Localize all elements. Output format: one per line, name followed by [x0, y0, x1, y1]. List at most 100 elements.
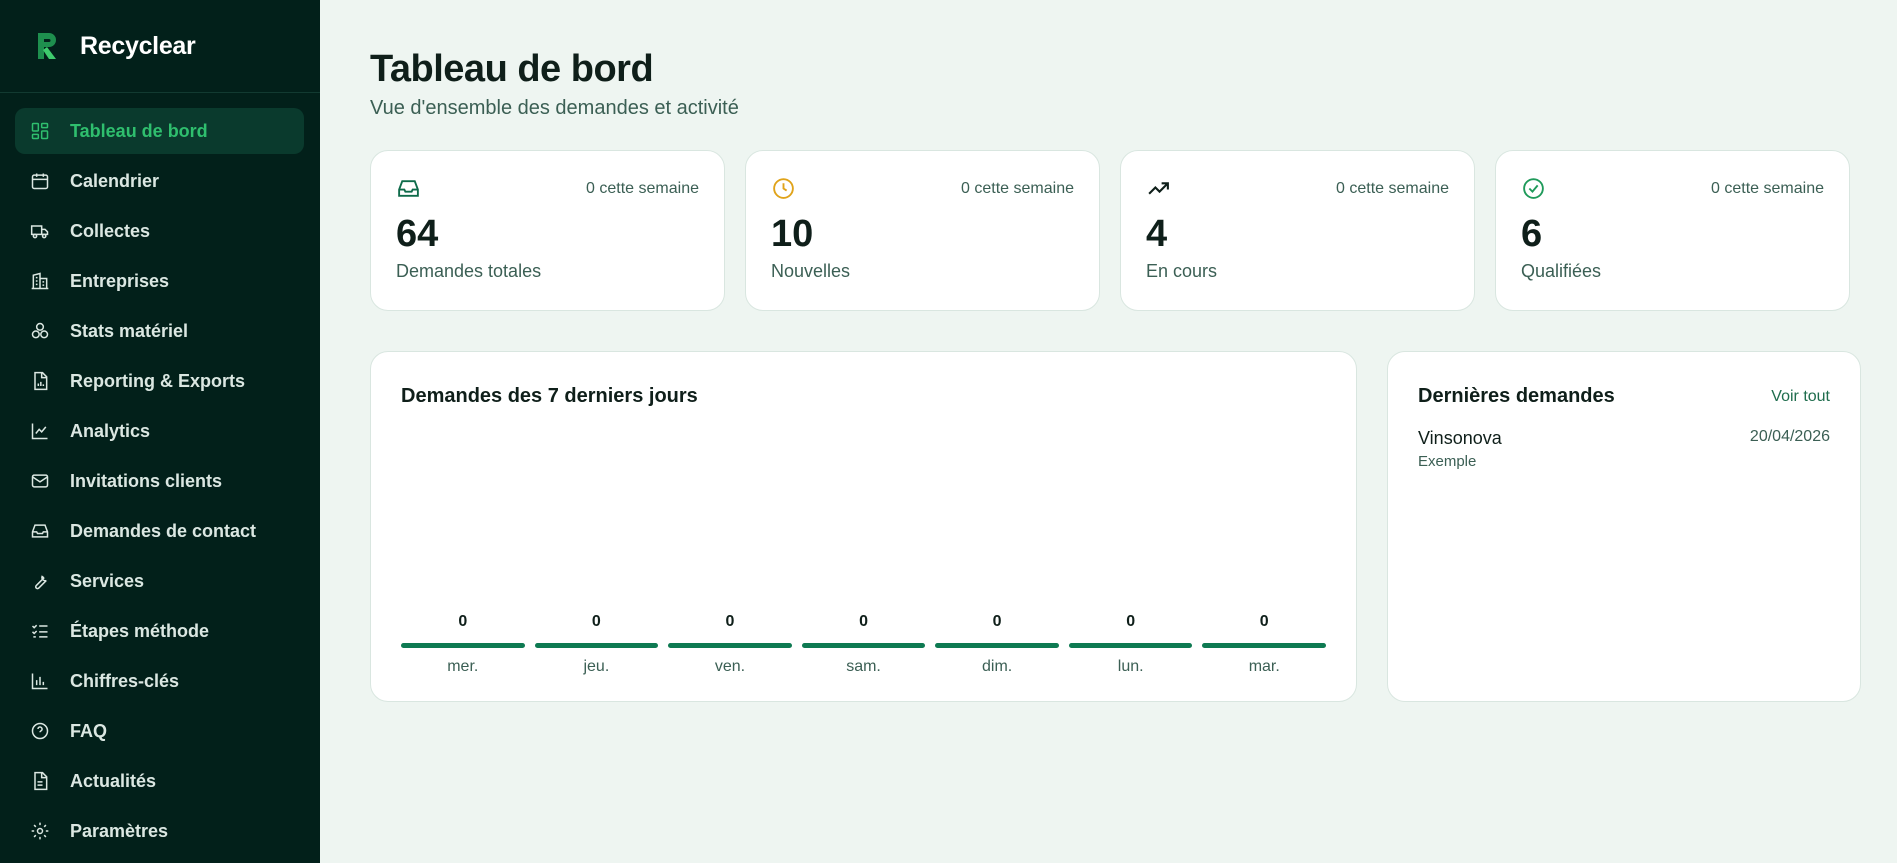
inbox-icon	[30, 521, 50, 541]
stat-value: 10	[771, 213, 814, 255]
calendar-icon	[30, 171, 50, 191]
sidebar-item-material-stats[interactable]: Stats matériel	[15, 308, 304, 354]
sidebar-item-contact-requests[interactable]: Demandes de contact	[15, 508, 304, 554]
brand-name: Recyclear	[80, 31, 196, 60]
sidebar-item-label: Reporting & Exports	[70, 370, 246, 391]
clock-icon	[771, 176, 796, 201]
sidebar-item-label: Entreprises	[70, 270, 170, 291]
inbox-icon	[396, 176, 421, 201]
bar-data-label: 0	[591, 613, 601, 630]
bar-column: 0 ven.	[668, 613, 792, 676]
sidebar-item-key-figures[interactable]: Chiffres-clés	[15, 658, 304, 704]
bar	[534, 643, 659, 648]
stat-label: Nouvelles	[771, 261, 851, 281]
stat-value: 4	[1146, 213, 1168, 255]
x-tick-label: sam.	[846, 658, 881, 675]
bar-data-label: 0	[992, 613, 1002, 630]
dashboard-icon	[30, 121, 50, 141]
stat-week-count: 0 cette semaine	[1711, 179, 1824, 197]
request-name: Vinsonova	[1418, 428, 1502, 448]
chart-title: Demandes des 7 derniers jours	[401, 385, 698, 407]
see-all-link[interactable]: Voir tout	[1771, 388, 1830, 406]
building-icon	[30, 271, 50, 291]
bar	[801, 643, 926, 648]
lower-section: Demandes des 7 derniers jours 0 mer. 0 jeu.…	[370, 351, 1861, 702]
list-item[interactable]: Vinsonova Exemple 20/04/2026	[1418, 428, 1830, 470]
sidebar: Recyclear Tableau de bord Calendrier Col…	[0, 0, 320, 863]
stat-label: Demandes totales	[396, 261, 542, 281]
sidebar-item-label: Services	[70, 570, 145, 591]
bar	[1202, 643, 1327, 648]
line-chart-icon	[30, 421, 50, 441]
sidebar-item-dashboard[interactable]: Tableau de bord	[15, 108, 304, 154]
bar	[1068, 643, 1193, 648]
stat-week-count: 0 cette semaine	[586, 179, 699, 197]
sidebar-item-label: Étapes méthode	[70, 620, 210, 641]
bar-column: 0 lun.	[1068, 613, 1193, 676]
check-circle-icon	[1521, 176, 1546, 201]
stat-week-count: 0 cette semaine	[961, 179, 1074, 197]
bar-column: 0 sam.	[801, 613, 926, 676]
request-date: 20/04/2026	[1749, 428, 1830, 445]
stat-label: Qualifiées	[1521, 261, 1602, 281]
sidebar-item-reporting[interactable]: Reporting & Exports	[15, 358, 304, 404]
sidebar-item-collections[interactable]: Collectes	[15, 208, 304, 254]
bar-chart: 0 mer. 0 jeu. 0 ven. 0 sam. 0 dim. 0 lun. 0 mar.	[401, 613, 1327, 676]
sidebar-item-faq[interactable]: FAQ	[15, 708, 304, 754]
stat-value: 64	[396, 213, 439, 255]
trending-up-icon	[1146, 176, 1171, 201]
bar	[935, 643, 1059, 648]
sidebar-item-news[interactable]: Actualités	[15, 758, 304, 804]
bar-column: 0 mer.	[401, 613, 525, 676]
recycle-icon	[30, 321, 50, 341]
bar-data-label: 0	[1126, 613, 1136, 630]
x-tick-label: ven.	[714, 658, 746, 675]
bar-data-label: 0	[725, 613, 735, 630]
file-chart-icon	[30, 371, 50, 391]
x-tick-label: mar.	[1248, 658, 1280, 675]
bar-data-label: 0	[458, 613, 468, 630]
help-circle-icon	[30, 721, 50, 741]
x-tick-label: dim.	[981, 658, 1013, 675]
bar-chart-icon	[30, 671, 50, 691]
recent-title: Dernières demandes	[1418, 385, 1615, 407]
sidebar-item-label: Stats matériel	[70, 320, 189, 341]
stat-card-total: 0 cette semaine 64 Demandes totales	[370, 150, 725, 311]
stat-value: 6	[1521, 213, 1543, 255]
stats-row: 0 cette semaine 64 Demandes totales 0 ce…	[370, 150, 1861, 311]
sidebar-item-label: Analytics	[70, 420, 151, 441]
bar-data-label: 0	[859, 613, 868, 630]
sidebar-item-client-invitations[interactable]: Invitations clients	[15, 458, 304, 504]
x-tick-label: mer.	[447, 658, 479, 675]
stat-label: En cours	[1146, 261, 1218, 281]
document-icon	[30, 771, 50, 791]
stat-card-in-progress: 0 cette semaine 4 En cours	[1120, 150, 1475, 311]
truck-icon	[30, 221, 50, 241]
bar	[401, 643, 525, 648]
main-content: Tableau de bord Vue d'ensemble des deman…	[320, 0, 1897, 863]
bar-column: 0 dim.	[935, 613, 1059, 676]
brand[interactable]: Recyclear	[0, 0, 320, 93]
sidebar-item-analytics[interactable]: Analytics	[15, 408, 304, 454]
bar	[668, 643, 792, 648]
stat-week-count: 0 cette semaine	[1336, 179, 1449, 197]
page-subtitle: Vue d'ensemble des demandes et activité	[370, 97, 739, 119]
sidebar-item-label: Actualités	[70, 770, 157, 791]
sidebar-item-label: Paramètres	[70, 820, 169, 841]
sidebar-item-method-steps[interactable]: Étapes méthode	[15, 608, 304, 654]
sidebar-item-label: Demandes de contact	[70, 520, 257, 541]
sidebar-item-label: Chiffres-clés	[70, 670, 180, 691]
bar-data-label: 0	[1259, 613, 1269, 630]
mail-icon	[30, 471, 50, 491]
sidebar-item-label: Invitations clients	[70, 470, 223, 491]
sidebar-item-calendar[interactable]: Calendrier	[15, 158, 304, 204]
sidebar-item-label: Collectes	[70, 220, 151, 241]
sidebar-item-services[interactable]: Services	[15, 558, 304, 604]
sidebar-item-settings[interactable]: Paramètres	[15, 808, 304, 854]
x-tick-label: lun.	[1117, 658, 1144, 675]
stat-card-qualified: 0 cette semaine 6 Qualifiées	[1495, 150, 1850, 311]
stat-card-new: 0 cette semaine 10 Nouvelles	[745, 150, 1100, 311]
sidebar-item-companies[interactable]: Entreprises	[15, 258, 304, 304]
recent-requests-card: Dernières demandes Voir tout Vinsonova E…	[1387, 351, 1861, 702]
wrench-icon	[30, 571, 50, 591]
